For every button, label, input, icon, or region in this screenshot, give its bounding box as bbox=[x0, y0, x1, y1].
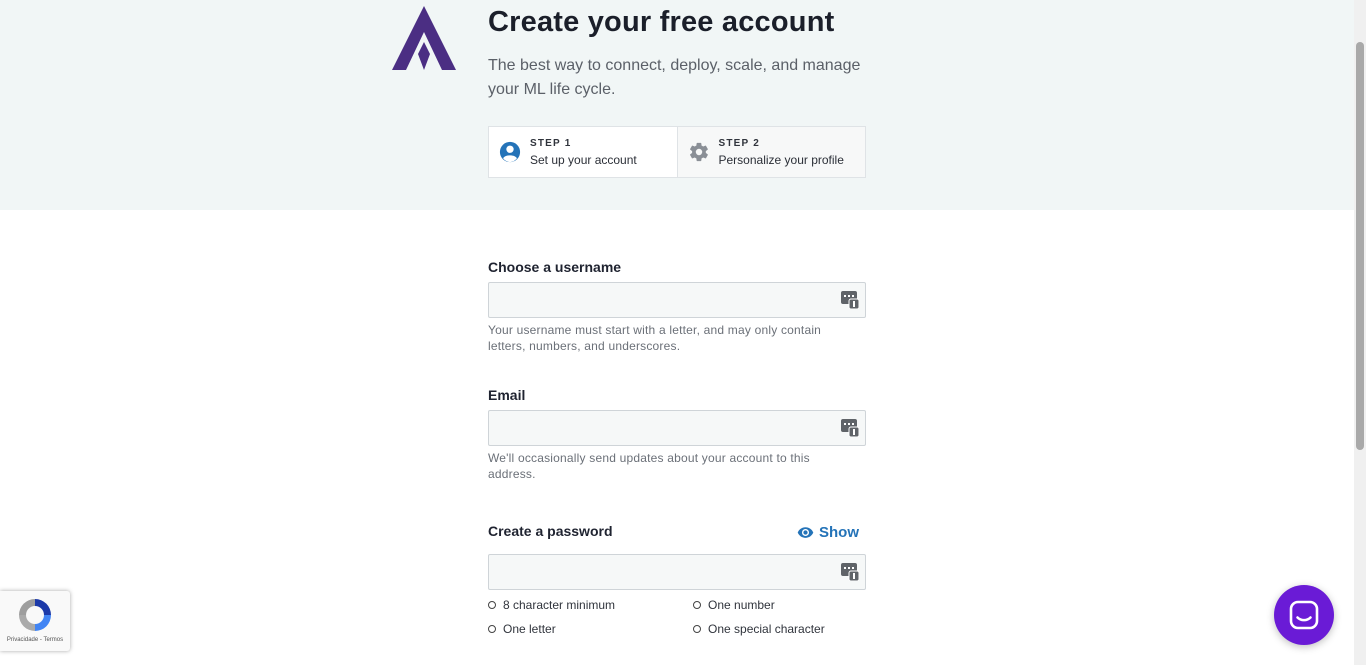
requirement-status-icon bbox=[693, 601, 701, 609]
requirement-status-icon bbox=[488, 601, 496, 609]
header-section: Create your free account The best way to… bbox=[0, 0, 1354, 210]
signup-steps: STEP 1 Set up your account STEP 2 Person… bbox=[488, 126, 866, 178]
step-2[interactable]: STEP 2 Personalize your profile bbox=[677, 126, 866, 178]
password-manager-icon[interactable] bbox=[841, 419, 859, 437]
recaptcha-icon bbox=[19, 599, 51, 631]
step-label: Personalize your profile bbox=[718, 152, 844, 167]
page-scrollbar[interactable] bbox=[1354, 0, 1366, 665]
username-help: Your username must start with a letter, … bbox=[488, 323, 822, 353]
show-password-label: Show bbox=[819, 523, 859, 541]
page-subtitle: The best way to connect, deploy, scale, … bbox=[488, 57, 861, 98]
requirement-status-icon bbox=[693, 625, 701, 633]
email-input[interactable] bbox=[488, 410, 866, 446]
requirement-text: One letter bbox=[503, 622, 556, 636]
email-label: Email bbox=[488, 387, 526, 403]
chat-launcher-button[interactable] bbox=[1274, 585, 1334, 645]
password-manager-icon[interactable] bbox=[841, 291, 859, 309]
password-label: Create a password bbox=[488, 523, 613, 539]
step-number: STEP 1 bbox=[530, 137, 572, 149]
scrollbar-thumb[interactable] bbox=[1356, 42, 1364, 450]
user-circle-icon bbox=[499, 141, 521, 163]
password-requirement: One number bbox=[693, 598, 775, 612]
step-number: STEP 2 bbox=[718, 137, 760, 149]
requirement-text: 8 character minimum bbox=[503, 598, 616, 612]
recaptcha-links[interactable]: Privacidade - Termos bbox=[0, 637, 70, 643]
requirement-text: One special character bbox=[708, 622, 825, 636]
show-password-button[interactable]: Show bbox=[797, 523, 859, 541]
requirement-status-icon bbox=[488, 625, 496, 633]
gear-icon bbox=[689, 142, 708, 162]
username-input[interactable] bbox=[488, 282, 866, 318]
password-requirement: 8 character minimum bbox=[488, 598, 615, 612]
eye-icon bbox=[797, 526, 814, 538]
password-requirement: One special character bbox=[693, 622, 825, 636]
password-manager-icon[interactable] bbox=[841, 563, 859, 581]
chat-icon bbox=[1289, 600, 1319, 630]
step-label: Set up your account bbox=[530, 152, 637, 167]
recaptcha-badge[interactable]: Privacidade - Termos bbox=[0, 591, 70, 651]
email-help: We'll occasionally send updates about yo… bbox=[488, 451, 810, 481]
brand-logo bbox=[392, 6, 456, 70]
page-title: Create your free account bbox=[488, 6, 835, 38]
requirement-text: One number bbox=[708, 598, 775, 612]
username-label: Choose a username bbox=[488, 259, 622, 275]
step-1[interactable]: STEP 1 Set up your account bbox=[488, 126, 678, 178]
password-input[interactable] bbox=[488, 554, 866, 590]
password-requirement: One letter bbox=[488, 622, 556, 636]
